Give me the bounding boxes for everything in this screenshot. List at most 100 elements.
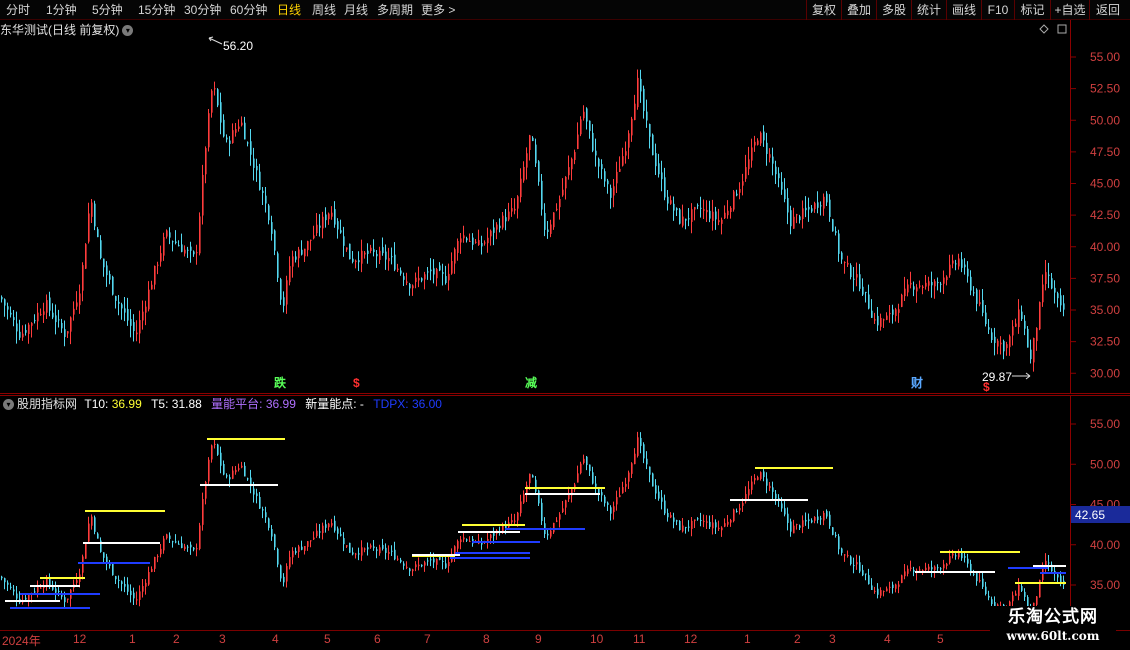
candle-body [370, 247, 372, 251]
candle-body [472, 237, 474, 245]
candle-body [877, 588, 879, 595]
candle-body [1048, 562, 1050, 564]
price-axis-label: 52.50 [1090, 82, 1120, 96]
period-tab-minute[interactable]: 分时 [6, 2, 30, 18]
candle-body [481, 243, 483, 247]
platform-label: 量能平台: [211, 397, 263, 411]
candle-body [403, 276, 405, 280]
period-tab-daily[interactable]: 日线 [277, 2, 301, 18]
period-tab-1min[interactable]: 1分钟 [46, 2, 77, 18]
main-chart-pane[interactable]: 55.00 52.50 50.00 47.50 45.00 42.50 40.00 37.50… [0, 20, 1130, 394]
candle-body [235, 129, 237, 133]
event-marker-dividend-2[interactable]: $ [983, 381, 990, 394]
candle-body [796, 524, 798, 526]
candle-body [934, 281, 936, 287]
candle-body [727, 210, 729, 216]
indicator-pane[interactable]: 55.00 50.00 45.00 40.00 35.00 42.65 ▾ 股朋指标网 T… [0, 395, 1130, 630]
event-marker-fall[interactable]: 跌 [274, 377, 286, 390]
candle-body [784, 508, 786, 515]
candle-body [1018, 309, 1020, 328]
candle-body [604, 171, 606, 182]
event-marker-finance[interactable]: 财 [911, 377, 923, 390]
candle-body [148, 289, 150, 310]
draw-line-button[interactable]: 画线 [946, 0, 981, 20]
candle-body [178, 543, 180, 545]
candle-body [826, 193, 828, 203]
stock-title: 东华测试(日线 前复权) [0, 23, 120, 37]
candle-body [661, 497, 663, 502]
candle-body [430, 559, 432, 561]
multi-stock-button[interactable]: 多股 [876, 0, 911, 20]
candle-body [253, 488, 255, 495]
dropdown-circle-icon[interactable]: ▾ [3, 399, 14, 411]
candle-body [214, 88, 216, 90]
candle-body [895, 309, 897, 316]
price-axis-label: 30.00 [1090, 366, 1120, 380]
candle-body [949, 556, 951, 563]
candle-body [298, 249, 300, 259]
candle-body [586, 108, 588, 122]
candle-body [982, 578, 984, 587]
candle-body [520, 178, 522, 198]
candle-body [961, 259, 963, 268]
candle-body [439, 556, 441, 560]
add-watchlist-button[interactable]: +自选 [1050, 0, 1089, 20]
date-tick: 1 [744, 632, 751, 646]
dropdown-circle-icon[interactable]: ▾ [122, 25, 134, 37]
candle-body [682, 216, 684, 226]
event-marker-reduce[interactable]: 减 [525, 377, 537, 390]
candle-body [310, 239, 312, 241]
candle-body [1051, 278, 1053, 289]
candle-body [865, 573, 867, 575]
statistics-button[interactable]: 统计 [911, 0, 946, 20]
candle-body [757, 477, 759, 480]
period-tab-30min[interactable]: 30分钟 [184, 2, 221, 18]
adjust-button[interactable]: 复权 [806, 0, 841, 20]
candle-body [328, 523, 330, 528]
candle-body [886, 315, 888, 320]
date-tick: 2024年 [2, 634, 41, 648]
candle-body [124, 308, 126, 313]
f10-button[interactable]: F10 [981, 0, 1014, 20]
back-button[interactable]: 返回 [1089, 0, 1126, 20]
candle-body [841, 252, 843, 260]
period-tab-more[interactable]: 更多 > [421, 2, 455, 18]
candle-body [964, 556, 966, 558]
candle-body [550, 530, 552, 537]
candle-body [247, 142, 249, 144]
candle-body [859, 274, 861, 289]
candle-body [970, 276, 972, 291]
candle-body [871, 585, 873, 591]
candlestick-chart[interactable]: 55.00 52.50 50.00 47.50 45.00 42.50 40.00 37.50… [0, 20, 1130, 394]
event-marker-dividend[interactable]: $ [353, 377, 360, 390]
current-price-tag: 42.65 [1071, 506, 1130, 523]
candle-body [508, 211, 510, 220]
candle-body [226, 137, 228, 140]
candle-body [382, 247, 384, 254]
candle-body [385, 547, 387, 553]
period-tab-weekly[interactable]: 周线 [312, 2, 336, 18]
indicator-chart[interactable]: 55.0050.0045.0040.0035.00 42.65 [0, 395, 1130, 630]
period-tab-15min[interactable]: 15分钟 [138, 2, 175, 18]
period-tab-5min[interactable]: 5分钟 [92, 2, 123, 18]
overlay-button[interactable]: 叠加 [841, 0, 876, 20]
mark-button[interactable]: 标记 [1014, 0, 1050, 20]
candle-body [751, 481, 753, 490]
price-axis-label: 50.00 [1090, 113, 1120, 127]
candle-body [340, 230, 342, 233]
candle-body [595, 483, 597, 487]
period-tab-60min[interactable]: 60分钟 [230, 2, 267, 18]
candle-body [184, 249, 186, 254]
period-tab-multi[interactable]: 多周期 [377, 2, 413, 18]
site-watermark: 乐淘公式网 www.60lt.com [990, 606, 1116, 648]
candle-body [982, 300, 984, 313]
candle-body [133, 322, 135, 331]
candle-body [607, 180, 609, 185]
indicator-header: ▾ 股朋指标网 T10: 36.99 T5: 31.88 量能平台: 36.99 … [0, 395, 442, 413]
candle-body [1009, 336, 1011, 348]
period-tab-monthly[interactable]: 月线 [344, 2, 368, 18]
candle-body [868, 575, 870, 585]
candle-body [808, 519, 810, 522]
candle-body [700, 519, 702, 521]
candle-body [775, 493, 777, 499]
